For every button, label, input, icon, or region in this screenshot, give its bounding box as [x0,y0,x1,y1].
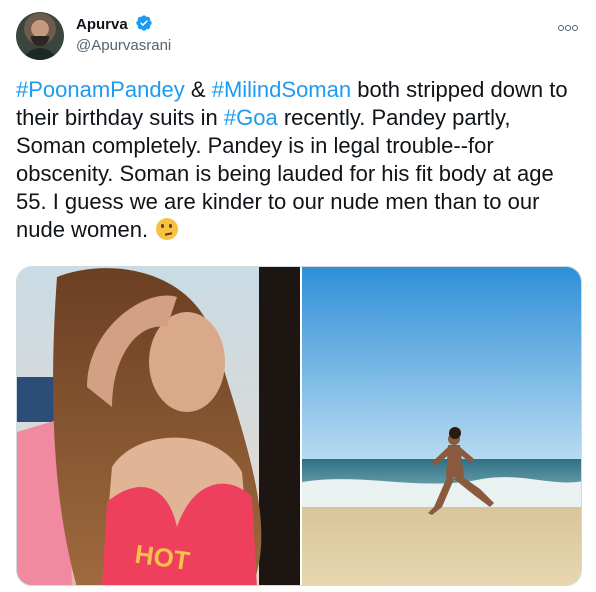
verified-badge-icon [136,15,152,31]
display-name[interactable]: Apurva [76,15,128,35]
handle[interactable]: @Apurvasrani [76,36,171,56]
author-block: Apurva @Apurvasrani [76,14,171,56]
tweet-text: #PoonamPandey & #MilindSoman both stripp… [16,76,582,244]
photo-left[interactable]: HOT [17,267,300,585]
tweet-text-segment: & [184,77,212,102]
photo-right-image [302,267,581,585]
photo-right[interactable] [302,267,581,585]
tweet-card: Apurva @Apurvasrani #PoonamPandey & #Mil… [0,0,596,592]
hashtag-link[interactable]: #PoonamPandey [16,77,185,102]
hashtag-link[interactable]: #Goa [224,105,278,130]
photo-left-image: HOT [17,267,300,585]
media-grid[interactable]: HOT [16,266,582,586]
thinking-face-icon [156,218,179,240]
more-options-icon[interactable] [558,18,580,32]
avatar[interactable] [16,12,64,60]
hashtag-link[interactable]: #MilindSoman [212,77,351,102]
